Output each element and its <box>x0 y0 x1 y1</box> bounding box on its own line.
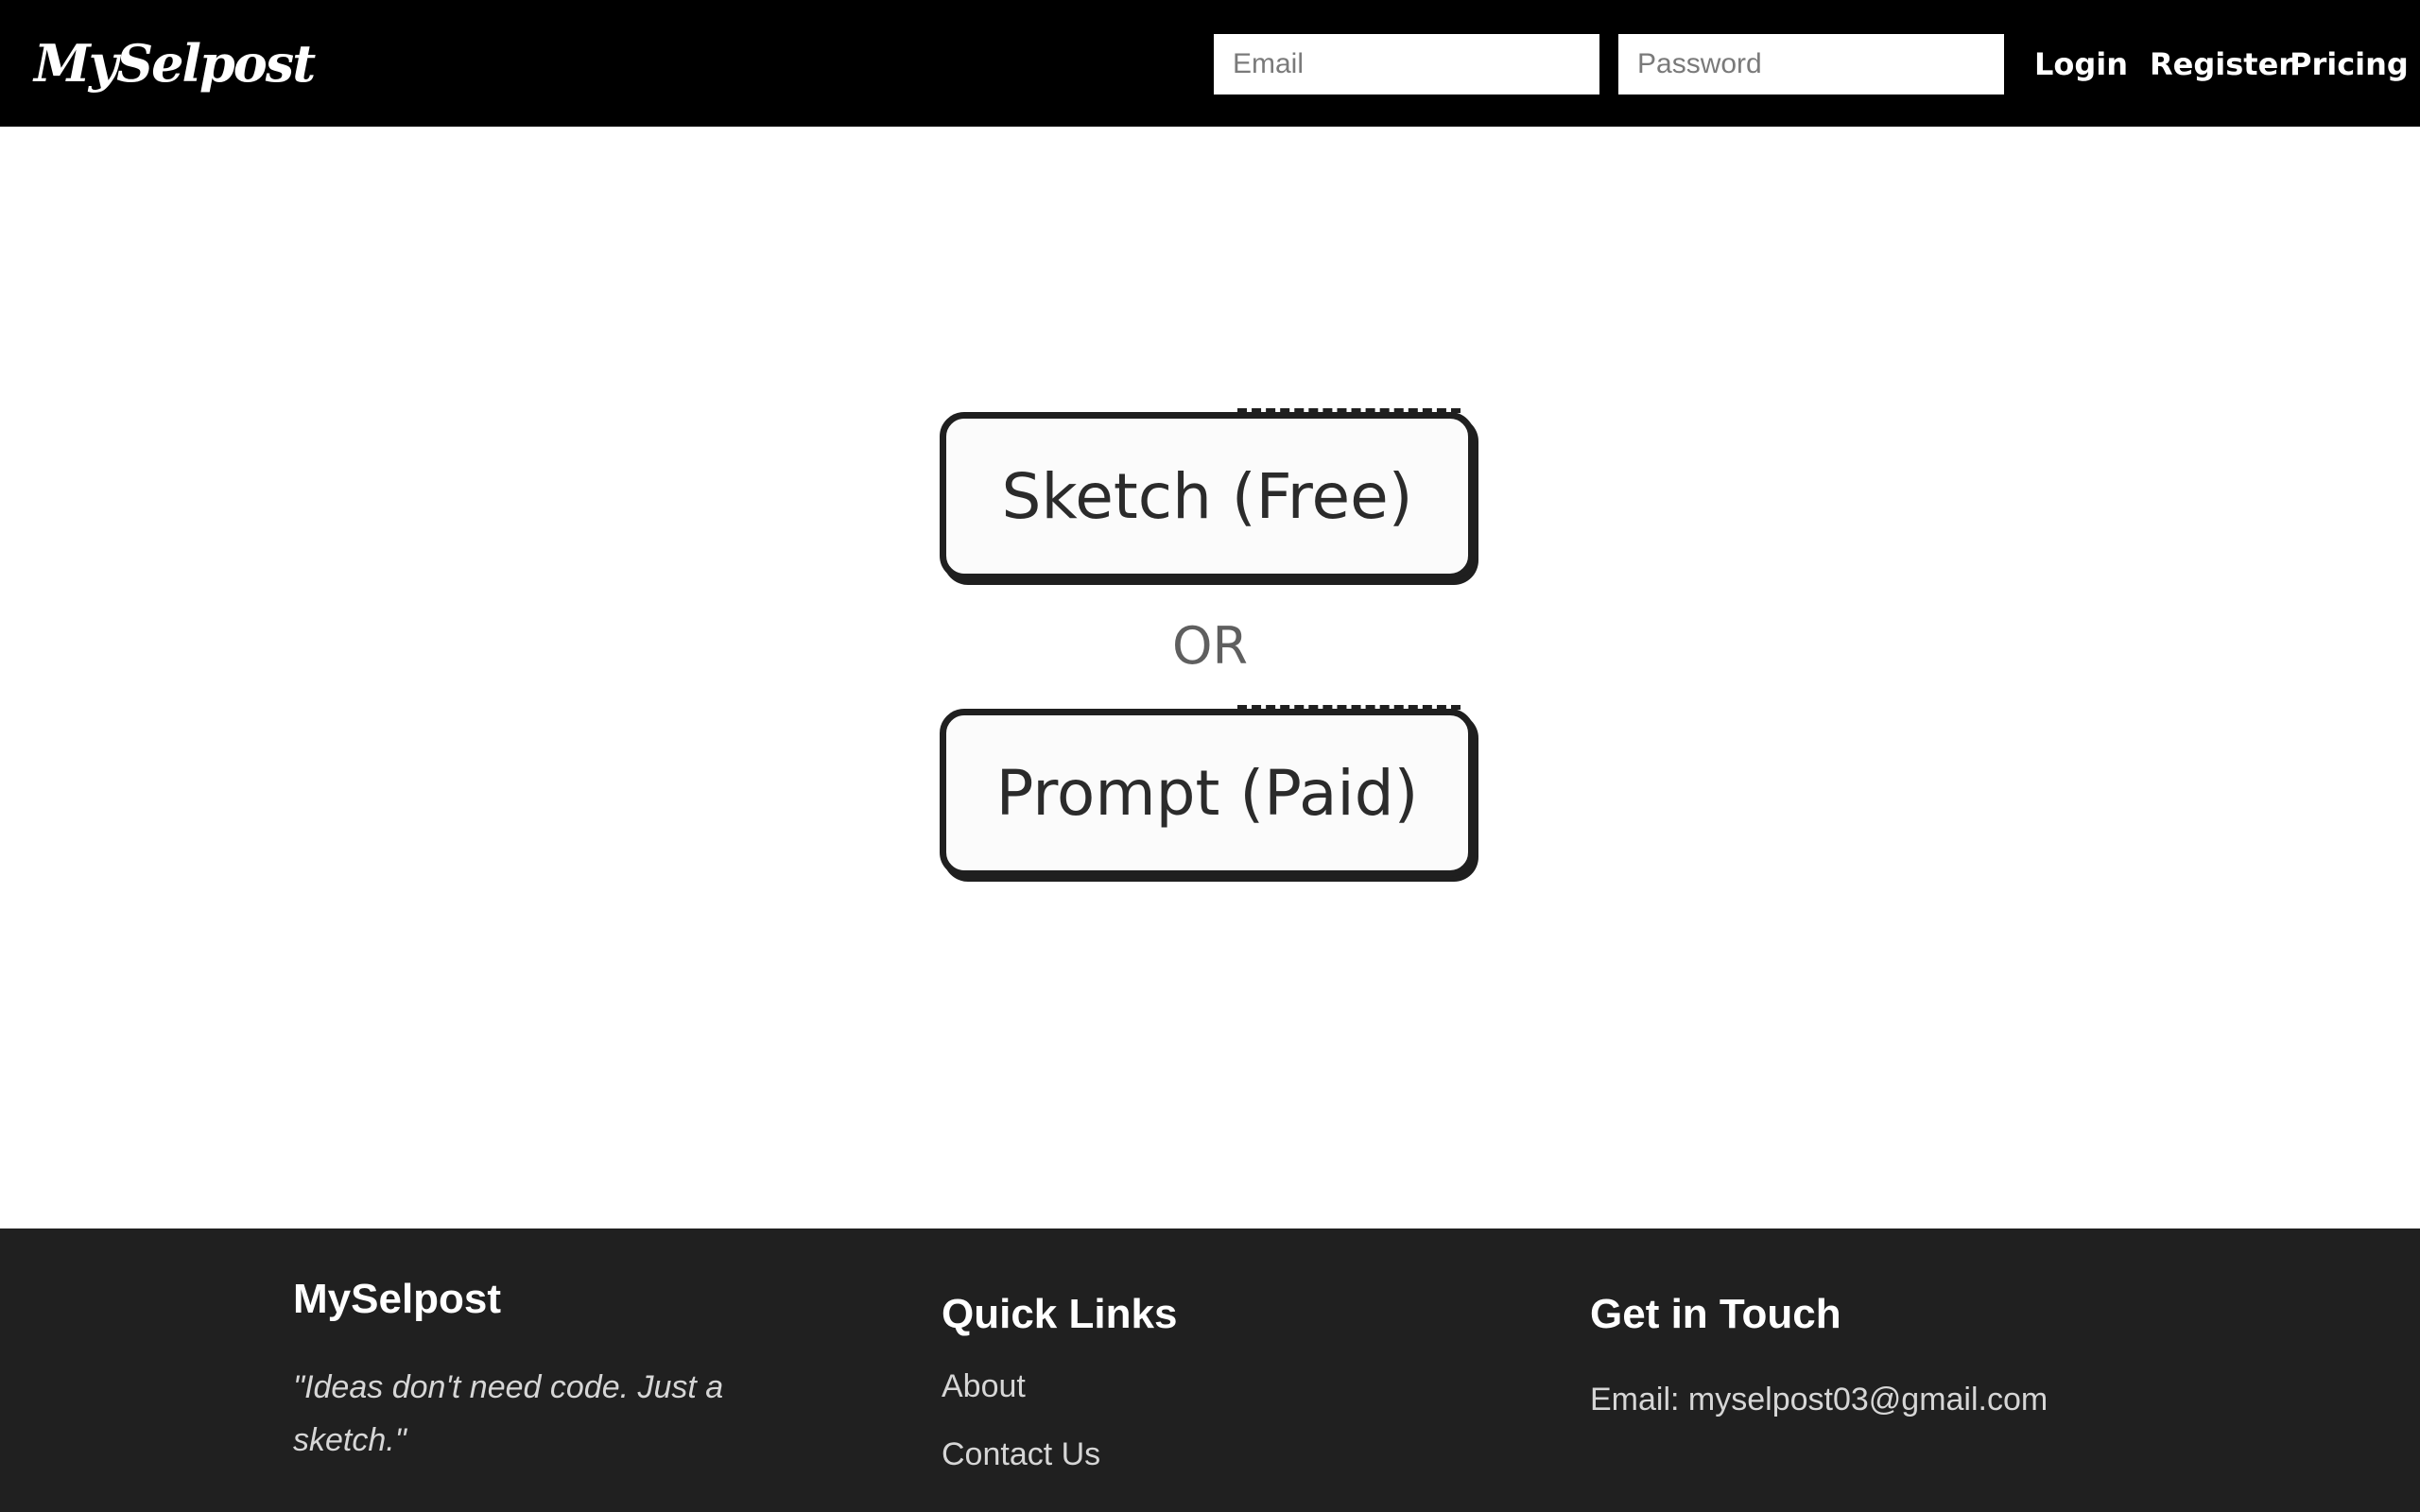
email-input[interactable] <box>1214 34 1599 94</box>
pricing-link[interactable]: Pricing <box>2290 34 2409 94</box>
footer-tagline: "Ideas don't need code. Just a sketch." <box>293 1369 724 1458</box>
prompt-button-dash-decoration <box>1237 705 1461 710</box>
footer-contact-link[interactable]: Contact Us <box>942 1436 1100 1473</box>
login-link[interactable]: Login <box>2034 34 2128 94</box>
sketch-button-label: Sketch (Free) <box>1001 459 1413 533</box>
prompt-button-label: Prompt (Paid) <box>995 756 1419 830</box>
sketch-button-dash-decoration <box>1237 408 1461 413</box>
get-in-touch-heading: Get in Touch <box>1590 1291 1841 1337</box>
footer-brand: MySelpost <box>293 1276 502 1322</box>
register-link[interactable]: Register <box>2150 34 2293 94</box>
or-separator: OR <box>1171 615 1249 676</box>
quick-links-heading: Quick Links <box>942 1291 1178 1337</box>
top-navbar: MySelpost Login Register Pricing <box>0 0 2420 127</box>
footer-about-link[interactable]: About <box>942 1368 1026 1405</box>
footer-contact-email: Email: myselpost03@gmail.com <box>1590 1382 2048 1418</box>
sketch-free-button[interactable]: Sketch (Free) <box>940 408 1475 580</box>
prompt-paid-button[interactable]: Prompt (Paid) <box>940 705 1475 877</box>
password-input[interactable] <box>1618 34 2004 94</box>
logo[interactable]: MySelpost <box>34 26 316 100</box>
footer: MySelpost "Ideas don't need code. Just a… <box>0 1228 2420 1512</box>
